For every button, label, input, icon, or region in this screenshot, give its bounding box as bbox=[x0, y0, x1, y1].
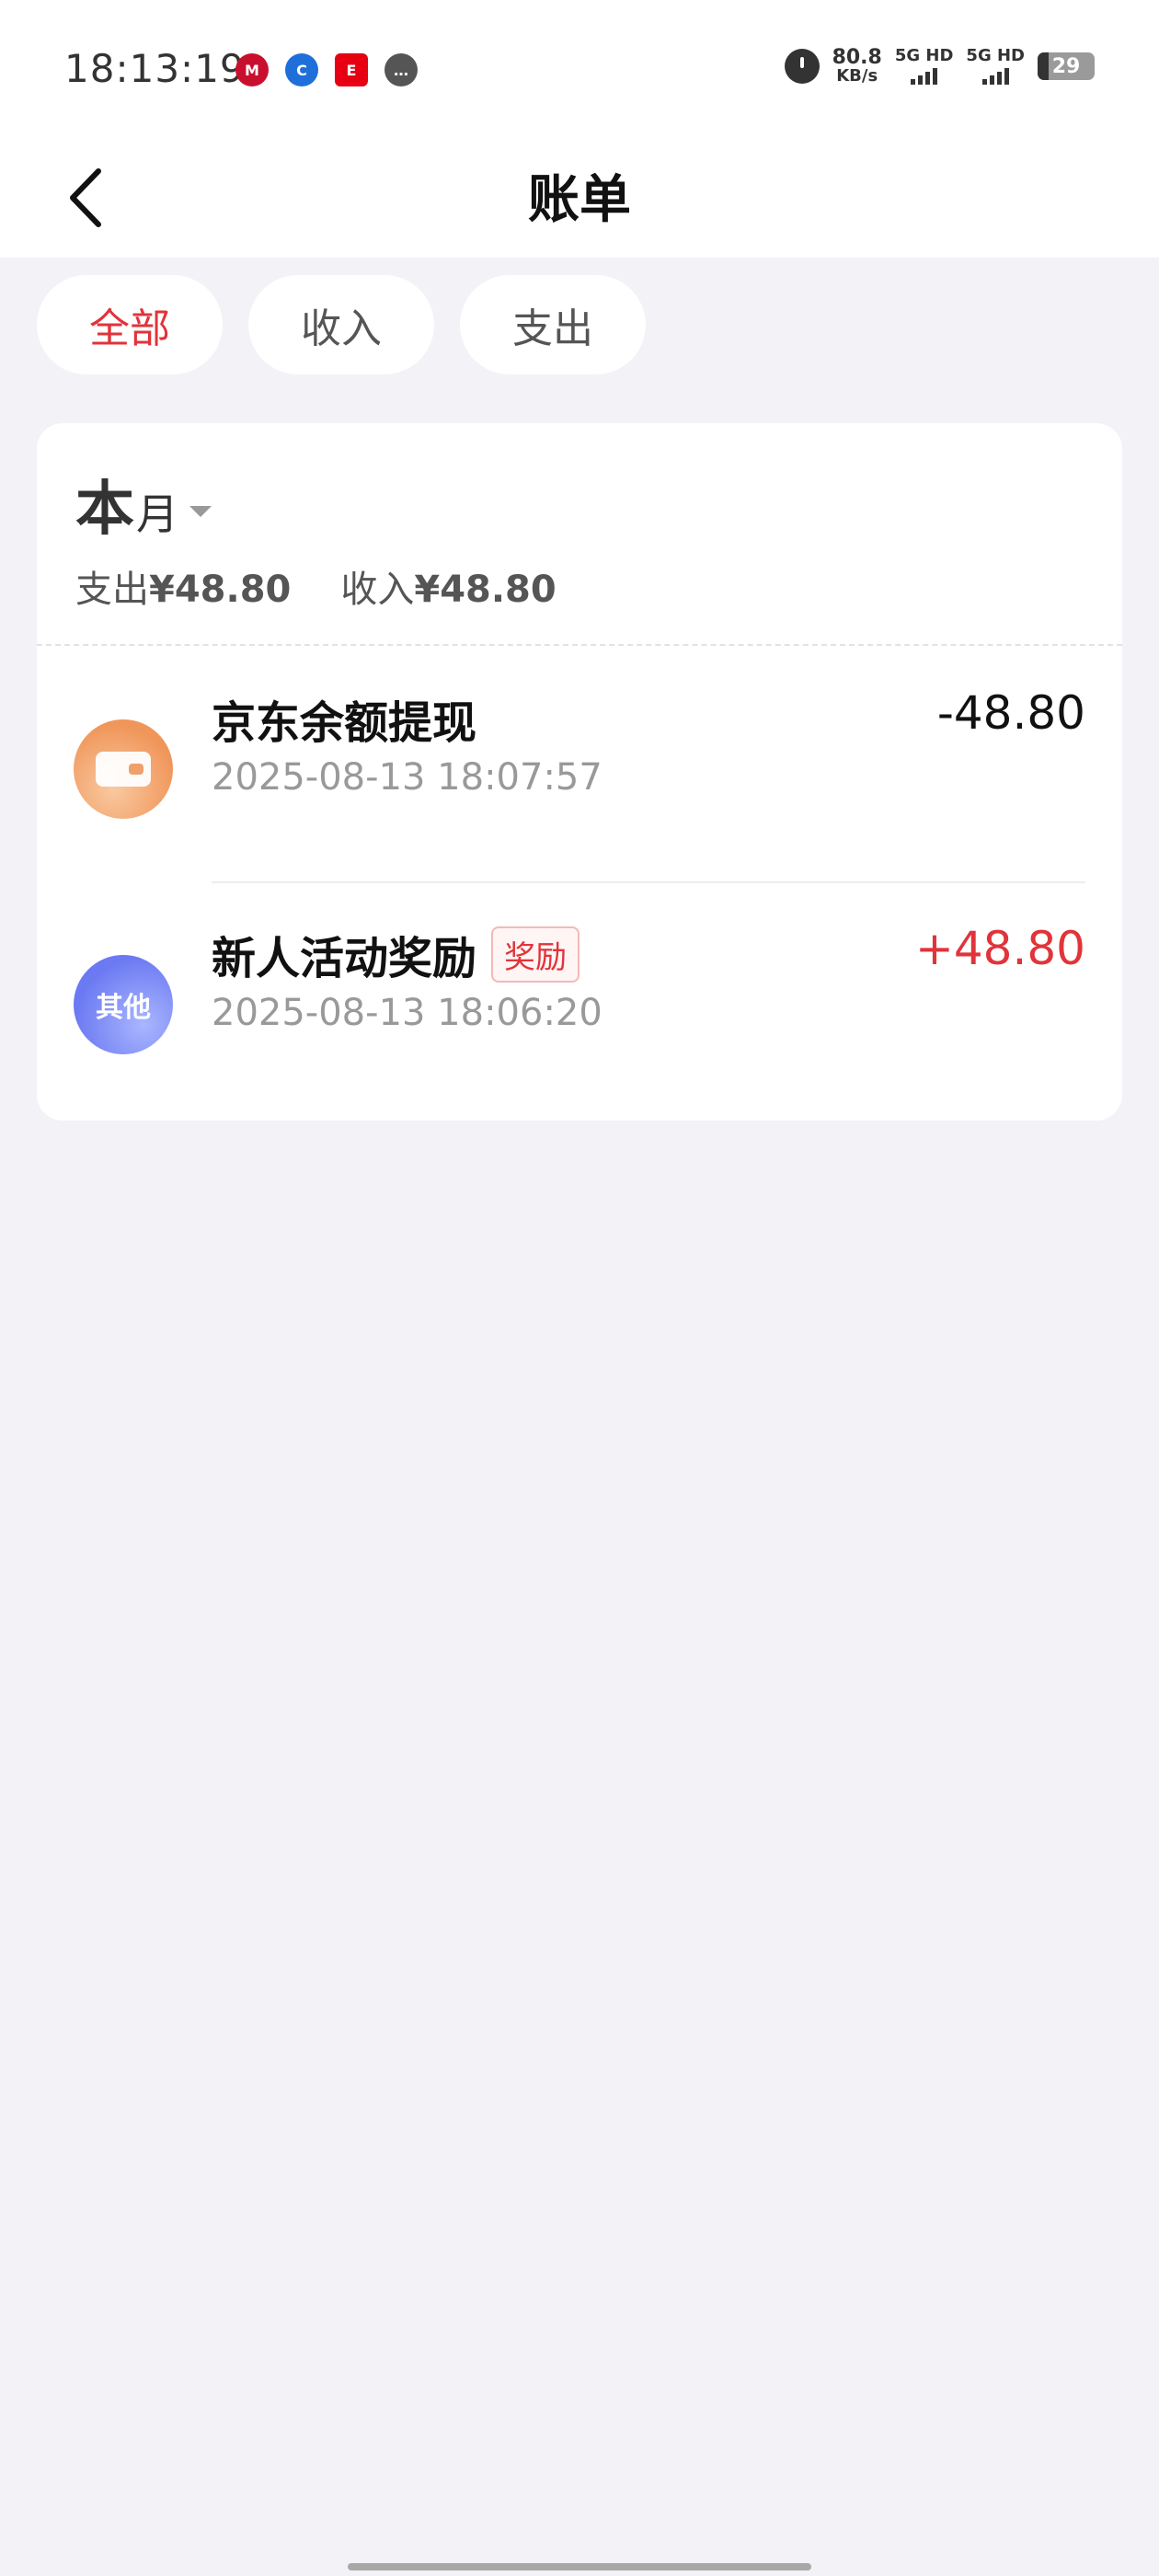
network-speed-unit: KB/s bbox=[836, 66, 878, 86]
month-label-big: 本 bbox=[75, 476, 134, 544]
income-summary: 收入¥48.80 bbox=[340, 559, 556, 613]
sim1-label: 5G HD bbox=[894, 46, 954, 65]
transaction-time: 2025-08-13 18:07:57 bbox=[212, 756, 602, 799]
month-label-small: 月 bbox=[136, 489, 178, 539]
system-indicators: 80.8 KB/s 5G HD 5G HD 29 bbox=[784, 46, 1095, 85]
epay-icon: E bbox=[335, 53, 368, 86]
page-title: 账单 bbox=[528, 170, 631, 230]
wallet-icon bbox=[74, 719, 173, 819]
summary-divider bbox=[37, 644, 1122, 646]
tab-expense[interactable]: 支出 bbox=[460, 275, 646, 374]
home-indicator[interactable] bbox=[348, 2563, 811, 2570]
china-merchants-bank-icon: M bbox=[235, 53, 269, 86]
expense-label: 支出 bbox=[75, 569, 149, 611]
other-category-icon: 其他 bbox=[74, 955, 173, 1054]
network-speed-value: 80.8 bbox=[832, 46, 882, 69]
expense-amount: ¥48.80 bbox=[149, 569, 292, 611]
battery-icon: 29 bbox=[1038, 52, 1095, 80]
transaction-title-row: 新人活动奖励 奖励 bbox=[212, 922, 580, 986]
tab-all[interactable]: 全部 bbox=[37, 275, 223, 374]
signal-sim2-icon: 5G HD bbox=[966, 48, 1025, 85]
income-amount: ¥48.80 bbox=[414, 569, 557, 611]
signal-sim1-icon: 5G HD bbox=[894, 46, 954, 85]
tab-income[interactable]: 收入 bbox=[248, 275, 434, 374]
alarm-icon bbox=[784, 49, 820, 84]
transaction-amount: +48.80 bbox=[914, 922, 1085, 975]
status-time: 18:13:19 bbox=[64, 46, 246, 91]
status-bar: 18:13:19 M C E … 80.8 KB/s 5G HD 5G HD 2… bbox=[0, 0, 1159, 138]
transaction-row[interactable]: 京东余额提现 2025-08-13 18:07:57 -48.80 bbox=[37, 648, 1122, 868]
network-speed: 80.8 KB/s bbox=[832, 48, 882, 85]
expense-summary: 支出¥48.80 bbox=[75, 559, 291, 613]
nav-bar: 账单 bbox=[0, 138, 1159, 258]
other-category-label: 其他 bbox=[96, 992, 151, 1024]
message-icon: … bbox=[384, 53, 418, 86]
transaction-row[interactable]: 其他 新人活动奖励 奖励 2025-08-13 18:06:20 +48.80 bbox=[37, 883, 1122, 1104]
transaction-time: 2025-08-13 18:06:20 bbox=[212, 992, 602, 1034]
transaction-title: 京东余额提现 bbox=[212, 697, 477, 749]
dropdown-caret-icon[interactable] bbox=[189, 506, 212, 517]
income-label: 收入 bbox=[340, 569, 415, 611]
reward-badge: 奖励 bbox=[491, 926, 580, 983]
ccb-icon: C bbox=[285, 53, 318, 86]
sim2-label: 5G HD bbox=[966, 46, 1025, 65]
filter-tabs: 全部 收入 支出 bbox=[37, 275, 646, 374]
bill-card: 本 月 支出¥48.80 收入¥48.80 京东余额提现 2025-08-13 … bbox=[37, 423, 1122, 1121]
battery-level: 29 bbox=[1051, 54, 1081, 78]
notification-icons: M C E … bbox=[235, 53, 418, 86]
month-summary: 支出¥48.80 收入¥48.80 bbox=[75, 559, 557, 613]
transaction-amount: -48.80 bbox=[936, 686, 1085, 740]
month-selector[interactable]: 本 月 bbox=[75, 462, 212, 546]
transaction-title: 新人活动奖励 bbox=[212, 933, 477, 984]
